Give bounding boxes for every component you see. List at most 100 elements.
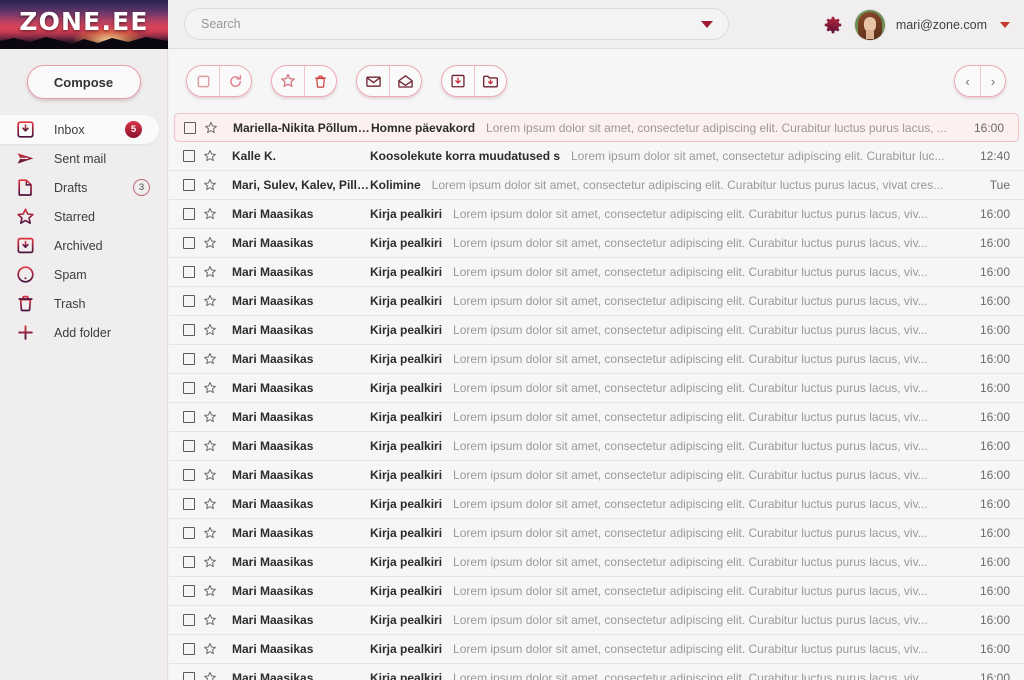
mail-row[interactable]: Mari, Sulev, Kalev, Pille ... Kolimine Lor… (169, 171, 1024, 200)
row-select-checkbox[interactable] (184, 121, 196, 134)
user-menu-chevron-down-icon[interactable] (1000, 21, 1010, 28)
mail-row[interactable]: Mari Maasikas Kirja pealkiri Lorem ipsum d… (169, 374, 1024, 403)
mail-preview: Lorem ipsum dolor sit amet, consectetur … (453, 584, 928, 598)
sidebar-item-archived[interactable]: Archived (0, 231, 167, 260)
row-select-checkbox[interactable] (183, 266, 195, 278)
search-dropdown-chevron-down-icon[interactable] (701, 21, 713, 28)
sidebar-item-inbox[interactable]: Inbox 5 (0, 115, 159, 144)
row-select-checkbox[interactable] (183, 382, 195, 394)
row-star-icon[interactable] (203, 439, 217, 453)
mail-row[interactable]: Mari Maasikas Kirja pealkiri Lorem ipsum d… (169, 200, 1024, 229)
mail-row[interactable]: Mari Maasikas Kirja pealkiri Lorem ipsum d… (169, 490, 1024, 519)
star-button[interactable] (272, 66, 304, 96)
select-all-checkbox[interactable] (187, 66, 219, 96)
row-select-checkbox[interactable] (183, 150, 195, 162)
row-select-checkbox[interactable] (183, 208, 195, 220)
row-star-icon[interactable] (203, 468, 217, 482)
row-star-icon[interactable] (203, 149, 217, 163)
delete-button[interactable] (304, 66, 336, 96)
row-select-checkbox[interactable] (183, 498, 195, 510)
row-star-icon[interactable] (204, 121, 218, 135)
row-select-checkbox[interactable] (183, 353, 195, 365)
mail-row[interactable]: Mari Maasikas Kirja pealkiri Lorem ipsum d… (169, 345, 1024, 374)
sidebar-item-add-folder[interactable]: Add folder (0, 318, 167, 347)
row-select-checkbox[interactable] (183, 585, 195, 597)
mail-row[interactable]: Mari Maasikas Kirja pealkiri Lorem ipsum d… (169, 635, 1024, 664)
row-star-icon[interactable] (203, 236, 217, 250)
mail-sender: Mari Maasikas (232, 381, 314, 395)
row-star-icon[interactable] (203, 410, 217, 424)
sidebar-item-drafts[interactable]: Drafts 3 (0, 173, 167, 202)
row-star-icon[interactable] (203, 613, 217, 627)
mail-sender: Mari Maasikas (232, 236, 314, 250)
row-star-icon[interactable] (203, 526, 217, 540)
row-select-checkbox[interactable] (183, 643, 195, 655)
row-star-icon[interactable] (203, 642, 217, 656)
mail-row[interactable]: Mari Maasikas Kirja pealkiri Lorem ipsum d… (169, 548, 1024, 577)
row-star-icon[interactable] (203, 323, 217, 337)
sidebar-item-starred[interactable]: Starred (0, 202, 167, 231)
mail-subject: Kirja pealkiri (370, 236, 443, 250)
sidebar-item-trash[interactable]: Trash (0, 289, 167, 318)
mail-row[interactable]: Mari Maasikas Kirja pealkiri Lorem ipsum d… (169, 432, 1024, 461)
mail-row[interactable]: Mari Maasikas Kirja pealkiri Lorem ipsum d… (169, 606, 1024, 635)
row-select-checkbox[interactable] (183, 295, 195, 307)
row-star-icon[interactable] (203, 265, 217, 279)
row-star-icon[interactable] (203, 497, 217, 511)
mail-row[interactable]: Mari Maasikas Kirja pealkiri Lorem ipsum d… (169, 229, 1024, 258)
sidebar-item-sent-mail[interactable]: Sent mail (0, 144, 167, 173)
row-star-icon[interactable] (203, 381, 217, 395)
row-select-checkbox[interactable] (183, 179, 195, 191)
mark-unread-button[interactable] (357, 66, 389, 96)
mark-read-button[interactable] (389, 66, 421, 96)
row-star-icon[interactable] (203, 584, 217, 598)
next-page-button[interactable]: › (979, 66, 1005, 96)
row-star-icon[interactable] (203, 178, 217, 192)
row-star-icon[interactable] (203, 294, 217, 308)
mail-row[interactable]: Mari Maasikas Kirja pealkiri Lorem ipsum d… (169, 316, 1024, 345)
gear-icon[interactable] (822, 14, 844, 36)
refresh-button[interactable] (219, 66, 251, 96)
row-select-checkbox[interactable] (183, 527, 195, 539)
search-input[interactable] (201, 17, 694, 31)
mail-row[interactable]: Mari Maasikas Kirja pealkiri Lorem ipsum d… (169, 461, 1024, 490)
row-select-checkbox[interactable] (183, 469, 195, 481)
row-select-checkbox[interactable] (183, 324, 195, 336)
mail-timestamp: 16:00 (979, 294, 1010, 308)
header-right-cluster: mari@zone.com (822, 0, 1010, 49)
row-star-icon[interactable] (203, 555, 217, 569)
compose-button[interactable]: Compose (26, 65, 141, 99)
row-star-icon[interactable] (203, 352, 217, 366)
mail-row[interactable]: Mari Maasikas Kirja pealkiri Lorem ipsum d… (169, 258, 1024, 287)
mail-row[interactable]: Mari Maasikas Kirja pealkiri Lorem ipsum d… (169, 519, 1024, 548)
mail-row[interactable]: Mari Maasikas Kirja pealkiri Lorem ipsum d… (169, 577, 1024, 606)
row-star-icon[interactable] (203, 671, 217, 680)
row-select-checkbox[interactable] (183, 237, 195, 249)
row-select-checkbox[interactable] (183, 411, 195, 423)
mail-row[interactable]: Mari Maasikas Kirja pealkiri Lorem ipsum d… (169, 287, 1024, 316)
mail-timestamp: 16:00 (979, 410, 1010, 424)
mail-subject: Kirja pealkiri (370, 410, 443, 424)
sidebar-item-spam[interactable]: Spam (0, 260, 167, 289)
row-select-checkbox[interactable] (183, 614, 195, 626)
mail-subject: Kirja pealkiri (370, 671, 443, 680)
mail-sender: Mariella-Nikita Põllumees (233, 120, 371, 135)
move-folder-button[interactable] (474, 66, 506, 96)
avatar[interactable] (854, 9, 885, 40)
mail-sender: Mari Maasikas (232, 497, 314, 511)
row-select-checkbox[interactable] (183, 556, 195, 568)
mail-preview: Lorem ipsum dolor sit amet, consectetur … (453, 294, 928, 308)
search-container[interactable] (184, 8, 729, 40)
mail-row[interactable]: Kalle K. Koosolekute korra muudatused s..… (169, 142, 1024, 171)
mail-sender: Mari Maasikas (232, 352, 314, 366)
mail-row[interactable]: Mariella-Nikita Põllumees Homne päevakord… (174, 113, 1019, 142)
row-select-checkbox[interactable] (183, 672, 195, 680)
archive-button[interactable] (442, 66, 474, 96)
row-select-checkbox[interactable] (183, 440, 195, 452)
search-box[interactable] (184, 8, 729, 40)
prev-page-button[interactable]: ‹ (955, 66, 980, 96)
mail-row[interactable]: Mari Maasikas Kirja pealkiri Lorem ipsum d… (169, 664, 1024, 680)
app-logo[interactable]: ZONE.EE (0, 0, 168, 49)
row-star-icon[interactable] (203, 207, 217, 221)
mail-row[interactable]: Mari Maasikas Kirja pealkiri Lorem ipsum d… (169, 403, 1024, 432)
